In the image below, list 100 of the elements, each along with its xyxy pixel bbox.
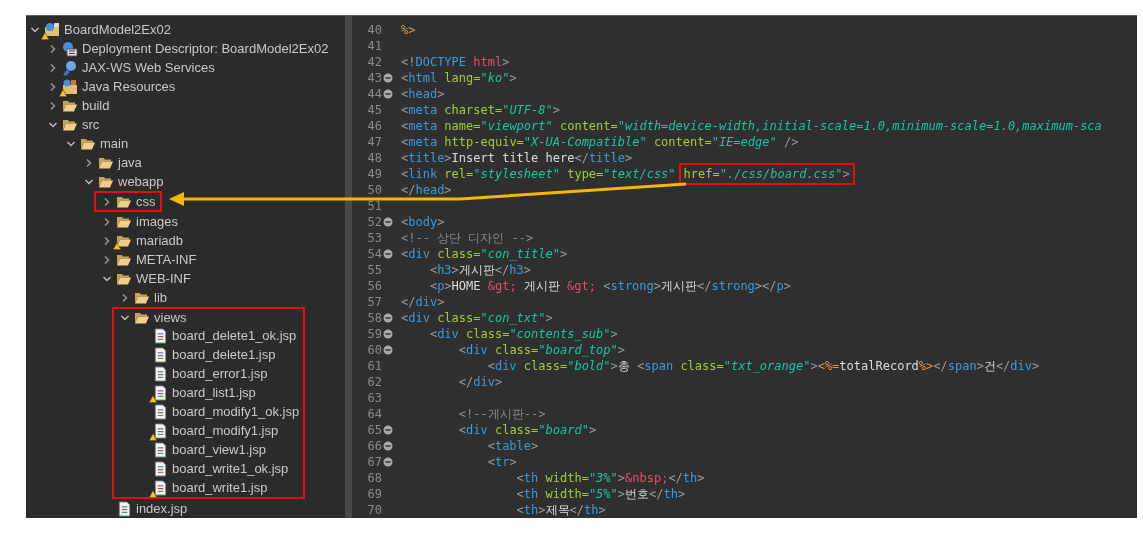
code-line: <div class="con_txt"> bbox=[401, 311, 553, 325]
line-number: 65 bbox=[366, 423, 382, 437]
code-line: <!-- 상단 디자인 --> bbox=[401, 229, 534, 247]
tree-item[interactable]: JAX-WS Web Services bbox=[26, 58, 345, 77]
line-number: 46 bbox=[366, 119, 382, 133]
tree-item[interactable]: META-INF bbox=[26, 250, 345, 269]
tree-item[interactable]: board_view1.jsp bbox=[114, 440, 300, 459]
code-line: <meta charset="UTF-8"> bbox=[401, 103, 560, 117]
line-number: 62 bbox=[366, 375, 382, 389]
code-line: <body> bbox=[401, 215, 445, 229]
tree-item[interactable]: board_delete1_ok.jsp bbox=[114, 326, 300, 345]
tree-item[interactable]: index.jsp bbox=[26, 499, 345, 518]
chevron-icon[interactable] bbox=[48, 43, 58, 54]
code-line: %> bbox=[401, 23, 416, 37]
line-number: 70 bbox=[366, 503, 382, 517]
chevron-icon[interactable] bbox=[102, 235, 112, 246]
tree-item[interactable]: BoardModel2Ex02 bbox=[26, 20, 345, 39]
tree-item[interactable]: lib bbox=[26, 288, 345, 307]
file-icon bbox=[153, 460, 167, 477]
code-line: <div class="con_title"> bbox=[401, 247, 568, 261]
fold-icon[interactable] bbox=[383, 425, 393, 435]
tree-item[interactable]: java bbox=[26, 153, 345, 172]
code-line: <!--게시판--> bbox=[457, 405, 546, 423]
fold-icon[interactable] bbox=[383, 217, 393, 227]
chevron-icon[interactable] bbox=[102, 216, 112, 227]
file-icon bbox=[153, 384, 167, 401]
file-icon bbox=[153, 346, 167, 363]
folder-icon bbox=[98, 174, 114, 189]
folder-icon bbox=[116, 271, 132, 286]
code-line: <th>제목</th> bbox=[515, 501, 606, 518]
tree-item[interactable]: images bbox=[26, 212, 345, 231]
resources-icon bbox=[62, 78, 78, 95]
line-number: 57 bbox=[366, 295, 382, 309]
fold-icon[interactable] bbox=[383, 249, 393, 259]
fold-icon[interactable] bbox=[383, 313, 393, 323]
tree-item[interactable]: views bbox=[114, 309, 300, 326]
tree-item[interactable]: board_write1_ok.jsp bbox=[114, 459, 300, 478]
tree-item[interactable]: build bbox=[26, 96, 345, 115]
line-number: 69 bbox=[366, 487, 382, 501]
file-icon bbox=[153, 479, 167, 496]
project-icon bbox=[44, 21, 60, 38]
code-line: <th width="3%">&nbsp;</th> bbox=[515, 471, 705, 485]
tree-item[interactable]: board_modify1.jsp bbox=[114, 421, 300, 440]
line-number: 61 bbox=[366, 359, 382, 373]
line-number: 41 bbox=[366, 39, 382, 53]
tree-item[interactable]: mariadb bbox=[26, 231, 345, 250]
fold-icon[interactable] bbox=[383, 345, 393, 355]
chevron-icon[interactable] bbox=[48, 62, 58, 73]
chevron-icon[interactable] bbox=[102, 196, 112, 207]
folder-icon bbox=[116, 194, 132, 209]
line-number: 45 bbox=[366, 103, 382, 117]
code-line: <h3>게시판</h3> bbox=[428, 261, 531, 279]
tree-item[interactable]: webapp bbox=[26, 172, 345, 191]
tree-item[interactable]: board_write1.jsp bbox=[114, 478, 300, 497]
tree-item[interactable]: board_delete1.jsp bbox=[114, 345, 300, 364]
folder-icon bbox=[62, 117, 78, 132]
fold-icon[interactable] bbox=[383, 329, 393, 339]
file-icon bbox=[153, 403, 167, 420]
file-icon bbox=[153, 365, 167, 382]
fold-icon[interactable] bbox=[383, 457, 393, 467]
fold-icon[interactable] bbox=[383, 89, 393, 99]
folder-icon bbox=[116, 214, 132, 229]
line-number: 60 bbox=[366, 343, 382, 357]
line-number: 40 bbox=[366, 23, 382, 37]
folder-icon bbox=[134, 310, 150, 325]
tree-item[interactable]: Java Resources bbox=[26, 77, 345, 96]
line-number: 68 bbox=[366, 471, 382, 485]
descriptor-icon bbox=[62, 40, 78, 57]
chevron-icon[interactable] bbox=[102, 254, 112, 265]
folder-icon bbox=[116, 252, 132, 267]
tree-item[interactable]: WEB-INF bbox=[26, 269, 345, 288]
chevron-icon[interactable] bbox=[48, 100, 58, 111]
fold-icon[interactable] bbox=[383, 441, 393, 451]
line-number: 66 bbox=[366, 439, 382, 453]
line-number: 51 bbox=[366, 199, 382, 213]
code-line: <head> bbox=[401, 87, 445, 101]
code-line: <!DOCTYPE html> bbox=[401, 55, 510, 69]
line-number: 44 bbox=[366, 87, 382, 101]
code-line: <div class="board"> bbox=[457, 423, 597, 437]
chevron-icon[interactable] bbox=[120, 292, 130, 303]
line-number: 48 bbox=[366, 151, 382, 165]
folder-icon bbox=[134, 290, 150, 305]
code-line: </head> bbox=[401, 183, 452, 197]
tree-item[interactable]: main bbox=[26, 134, 345, 153]
tree-item[interactable]: board_modify1_ok.jsp bbox=[114, 402, 300, 421]
code-line: <th width="5%">번호</th> bbox=[515, 485, 686, 503]
line-number: 43 bbox=[366, 71, 382, 85]
folder-icon bbox=[98, 155, 114, 170]
chevron-icon[interactable] bbox=[48, 81, 58, 92]
folder-icon bbox=[80, 136, 96, 151]
chevron-icon[interactable] bbox=[84, 157, 94, 168]
tree-item[interactable]: board_error1.jsp bbox=[114, 364, 300, 383]
tree-item[interactable]: Deployment Descriptor: BoardModel2Ex02 bbox=[26, 39, 345, 58]
line-number: 64 bbox=[366, 407, 382, 421]
fold-icon[interactable] bbox=[383, 73, 393, 83]
tree-item[interactable]: src bbox=[26, 115, 345, 134]
tree-item[interactable]: css bbox=[96, 193, 156, 210]
tree-item[interactable]: board_list1.jsp bbox=[114, 383, 300, 402]
services-icon bbox=[62, 59, 78, 76]
line-number: 56 bbox=[366, 279, 382, 293]
